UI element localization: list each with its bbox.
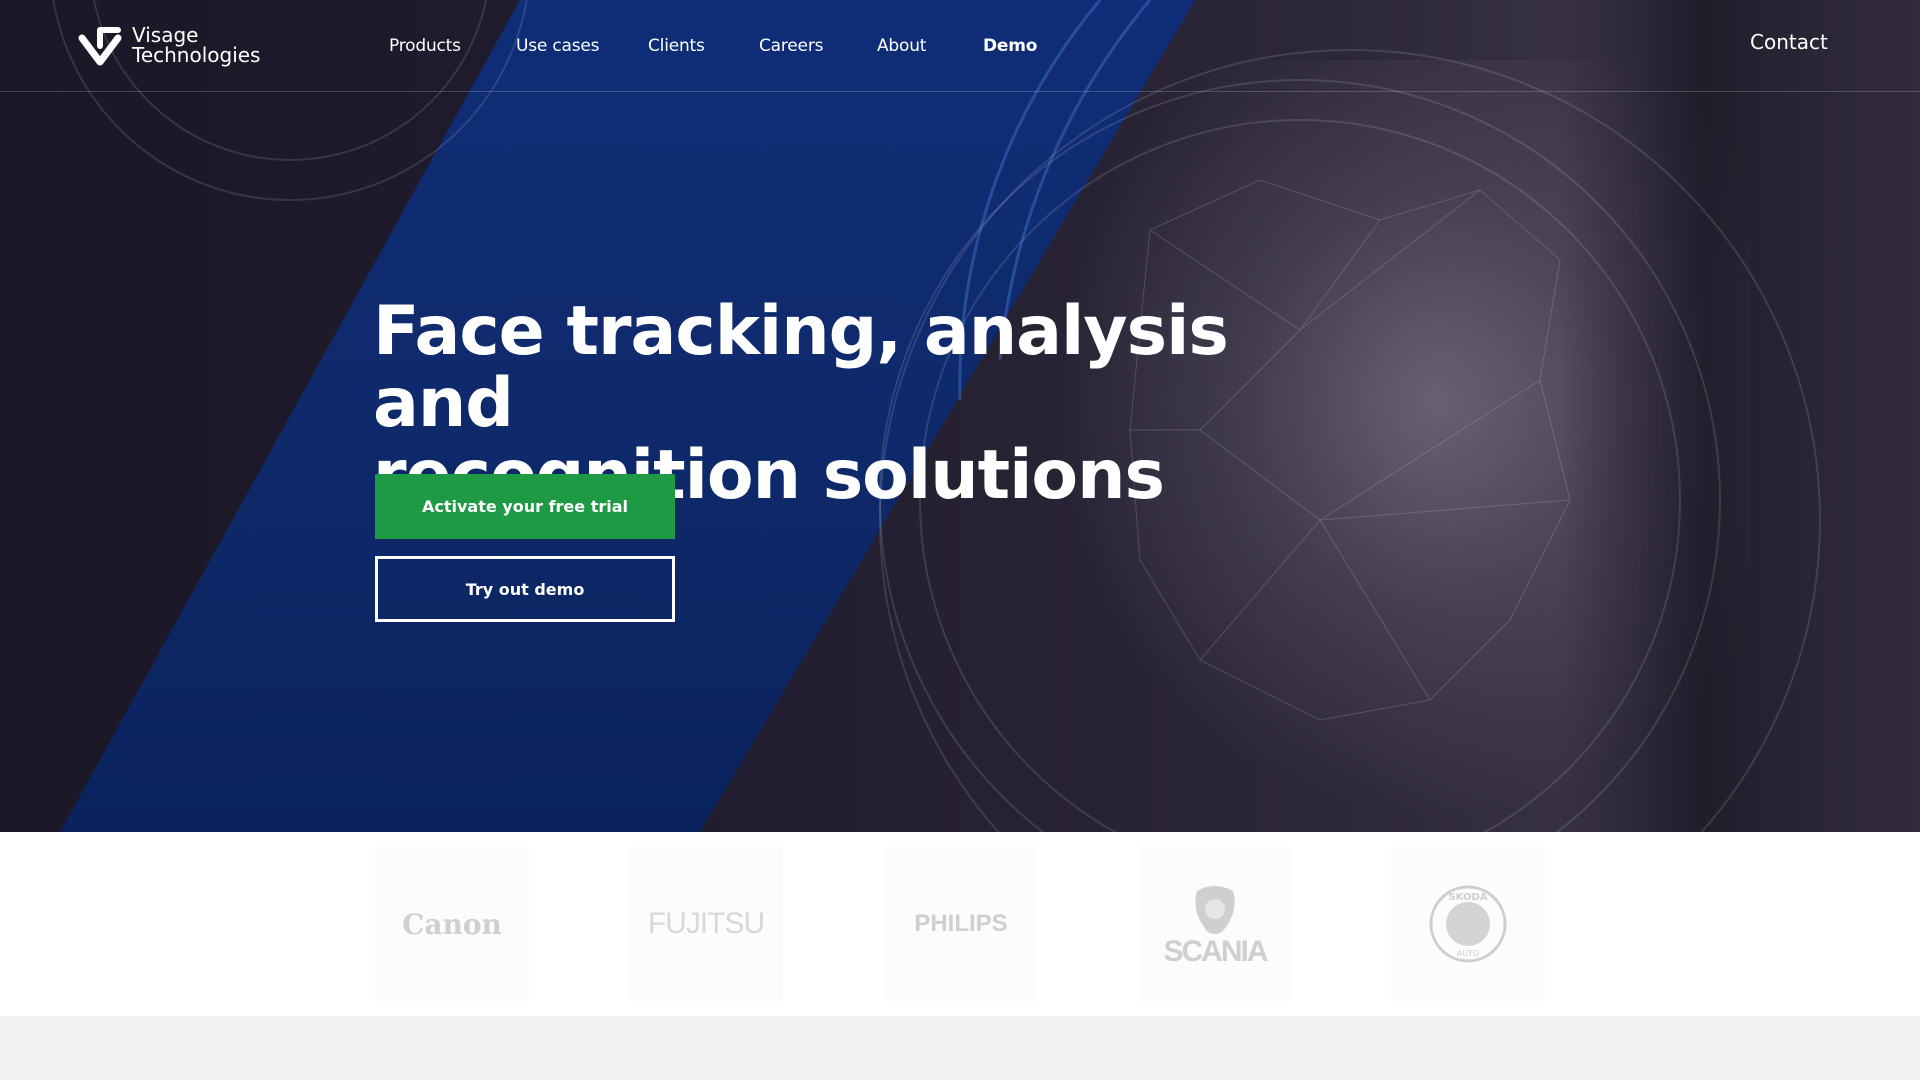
brand-name-line2: Technologies xyxy=(132,43,261,67)
canon-logo-text: Canon xyxy=(402,907,502,941)
nav-divider xyxy=(0,91,1920,92)
hero-headline-line1: Face tracking, analysis and xyxy=(373,292,1229,443)
activate-free-trial-button[interactable]: Activate your free trial xyxy=(375,474,675,539)
client-logo-scania: SCANIA xyxy=(1138,847,1292,1001)
scania-griffin-icon xyxy=(1195,886,1235,934)
visage-v-mark-icon xyxy=(78,27,122,66)
skoda-text-top: SKODA xyxy=(1448,892,1487,903)
next-section-background xyxy=(0,1016,1920,1080)
client-logos-section: Canon FUJITSU PHILIPS SCANIA SKODA AUTO xyxy=(0,832,1920,1016)
client-logo-canon: Canon xyxy=(375,847,529,1001)
client-logo-philips: PHILIPS xyxy=(884,847,1038,1001)
skoda-badge-icon: SKODA AUTO xyxy=(1429,885,1507,963)
client-logo-fujitsu: FUJITSU xyxy=(629,847,783,1001)
client-logo-skoda: SKODA AUTO xyxy=(1391,847,1545,1001)
brand-name: Visage Technologies xyxy=(132,25,260,65)
try-out-demo-button[interactable]: Try out demo xyxy=(375,556,675,622)
nav-item-clients[interactable]: Clients xyxy=(648,36,705,56)
brand-logo[interactable]: Visage Technologies xyxy=(78,24,260,66)
scania-logo-text: SCANIA xyxy=(1163,935,1268,968)
contact-link[interactable]: Contact xyxy=(1750,30,1828,54)
nav-item-products[interactable]: Products xyxy=(389,36,461,56)
nav-item-careers[interactable]: Careers xyxy=(759,36,823,56)
skoda-text-bottom: AUTO xyxy=(1457,949,1480,958)
nav-item-about[interactable]: About xyxy=(877,36,926,56)
fujitsu-logo-text: FUJITSU xyxy=(647,907,765,940)
nav-item-demo[interactable]: Demo xyxy=(983,36,1037,56)
nav-item-use-cases[interactable]: Use cases xyxy=(516,36,600,56)
philips-logo-text: PHILIPS xyxy=(914,910,1008,937)
